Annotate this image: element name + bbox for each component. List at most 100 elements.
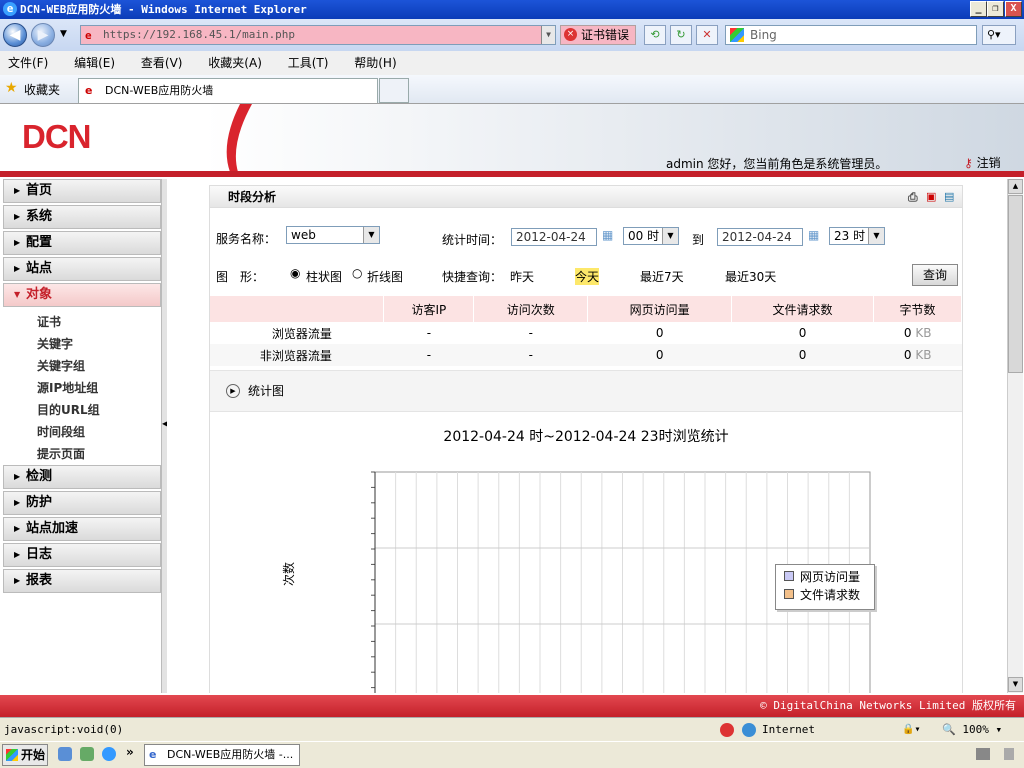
quick-30days[interactable]: 最近30天 <box>725 268 776 285</box>
minimize-button[interactable]: _ <box>970 1 987 17</box>
arrow-right-icon: ▶ <box>14 576 21 585</box>
zoom-level[interactable]: 🔍 100% ▾ <box>942 718 1002 741</box>
header-swoosh <box>226 104 252 172</box>
bytes-unit: KB <box>915 348 932 362</box>
menu-edit[interactable]: 编辑(E) <box>74 56 115 70</box>
end-hour-select[interactable]: 23 时 ▼ <box>829 227 885 245</box>
menu-view[interactable]: 查看(V) <box>141 56 183 70</box>
search-icon[interactable]: ⚲▾ <box>982 25 1016 45</box>
dcn-logo: DCN <box>22 118 91 155</box>
arrow-right-icon: ▶ <box>14 550 21 559</box>
quick-yesterday[interactable]: 昨天 <box>510 268 534 285</box>
address-dropdown-icon[interactable]: ▼ <box>541 26 555 44</box>
service-select[interactable]: web ▼ <box>286 226 380 244</box>
back-icon[interactable]: ◀ <box>3 23 27 47</box>
column-header: 访问次数 <box>473 296 589 322</box>
taskbar-ie-window[interactable]: e DCN-WEB应用防火墙 -... <box>144 744 300 766</box>
chart-section-header[interactable]: ▶ 统计图 <box>210 370 962 412</box>
quicklaunch-media-icon[interactable] <box>102 747 116 761</box>
sub-item-time-group[interactable]: 时间段组 <box>37 421 85 443</box>
maximize-button[interactable]: ❐ <box>987 1 1004 17</box>
search-input[interactable]: Bing <box>725 25 977 45</box>
vertical-scrollbar[interactable]: ▲ ▼ <box>1007 179 1023 693</box>
sub-item-prompt-page[interactable]: 提示页面 <box>37 443 85 465</box>
scroll-thumb[interactable] <box>1008 195 1023 373</box>
query-button[interactable]: 查询 <box>912 264 958 286</box>
quicklaunch-desktop-icon[interactable] <box>58 747 72 761</box>
security-icon[interactable]: 🔒▾ <box>902 718 920 741</box>
stats-table: 访客IP 访问次数 网页访问量 文件请求数 字节数 浏览器流量 - - 0 0 … <box>210 296 962 366</box>
address-bar[interactable]: e https://192.168.45.1/main.php ▼ <box>80 25 556 45</box>
browser-tab[interactable]: e DCN-WEB应用防火墙 <box>78 78 378 103</box>
start-hour-select[interactable]: 00 时 ▼ <box>623 227 679 245</box>
favorites-button[interactable]: 收藏夹 <box>24 81 60 98</box>
sidebar-item-log[interactable]: ▶ 日志 <box>3 543 161 567</box>
sub-item-keyword-group[interactable]: 关键字组 <box>37 355 85 377</box>
chart-ylabel: 次数 <box>282 561 296 586</box>
table-row: 非浏览器流量 - - 0 0 0 KB <box>210 344 962 366</box>
sidebar-item-object[interactable]: ▼ 对象 <box>3 283 161 307</box>
quick-7days[interactable]: 最近7天 <box>640 268 684 285</box>
sidebar-item-protect[interactable]: ▶ 防护 <box>3 491 161 515</box>
quicklaunch-more-icon[interactable]: » <box>126 745 134 759</box>
sidebar-item-site[interactable]: ▶ 站点 <box>3 257 161 281</box>
sidebar-item-detect[interactable]: ▶ 检测 <box>3 465 161 489</box>
sidebar-item-report[interactable]: ▶ 报表 <box>3 569 161 593</box>
stop-icon[interactable]: ✕ <box>696 25 718 45</box>
end-date-input[interactable]: 2012-04-24 <box>717 228 803 246</box>
menu-favorites[interactable]: 收藏夹(A) <box>208 56 262 70</box>
service-label: 服务名称： <box>216 232 277 246</box>
quick-today[interactable]: 今天 <box>575 268 600 285</box>
pdf-icon[interactable]: ▣ <box>926 186 936 208</box>
arrow-down-icon: ▼ <box>14 290 21 299</box>
play-circle-icon[interactable]: ▶ <box>226 384 240 398</box>
column-header: 访客IP <box>383 296 475 322</box>
end-hour-value: 23 时 <box>834 229 866 243</box>
arrow-right-icon: ▶ <box>14 238 21 247</box>
line-option-label[interactable]: 折线图 <box>367 268 403 285</box>
sub-item-keyword[interactable]: 关键字 <box>37 333 73 355</box>
sidebar-item-site-accel[interactable]: ▶ 站点加速 <box>3 517 161 541</box>
calendar-icon[interactable]: ▦ <box>808 228 819 242</box>
history-dropdown-icon[interactable]: ▼ <box>60 29 67 39</box>
ie-logo-icon: e <box>3 2 17 16</box>
cell-bytes: 0 KB <box>874 322 962 344</box>
cert-error-button[interactable]: × 证书错误 <box>560 25 636 45</box>
forward-icon[interactable]: ▶ <box>31 23 55 47</box>
close-button[interactable]: X <box>1005 1 1022 17</box>
tray-keyboard-icon[interactable] <box>976 748 990 760</box>
row-name: 非浏览器流量 <box>210 344 384 366</box>
excel-icon[interactable]: ▤ <box>944 186 954 208</box>
compat-view-icon[interactable]: ⟲ <box>644 25 666 45</box>
sidebar-label: 首页 <box>26 183 53 198</box>
sidebar-item-system[interactable]: ▶ 系统 <box>3 205 161 229</box>
sub-item-source-ip-group[interactable]: 源IP地址组 <box>37 377 98 399</box>
refresh-icon[interactable]: ↻ <box>670 25 692 45</box>
new-tab-button[interactable] <box>379 78 409 103</box>
tab-page-icon: e <box>85 84 93 97</box>
bar-option-label[interactable]: 柱状图 <box>306 268 342 285</box>
menu-tools[interactable]: 工具(T) <box>288 56 329 70</box>
sidebar-item-home[interactable]: ▶ 首页 <box>3 179 161 203</box>
service-value: web <box>291 228 316 242</box>
menu-help[interactable]: 帮助(H) <box>354 56 396 70</box>
row-name: 浏览器流量 <box>271 326 332 341</box>
radio-bar-selected[interactable]: ◉ <box>290 266 300 280</box>
menu-file[interactable]: 文件(F) <box>8 56 48 70</box>
sidebar-item-config[interactable]: ▶ 配置 <box>3 231 161 255</box>
start-button[interactable]: 开始 <box>2 744 48 766</box>
quicklaunch-ie-icon[interactable] <box>80 747 94 761</box>
scroll-up-icon[interactable]: ▲ <box>1008 179 1023 194</box>
window-title-bar: e DCN-WEB应用防火墙 - Windows Internet Explor… <box>0 0 1024 19</box>
sub-item-cert[interactable]: 证书 <box>37 311 61 333</box>
tray-network-icon[interactable] <box>1004 748 1014 760</box>
search-placeholder: Bing <box>750 28 777 42</box>
start-date-input[interactable]: 2012-04-24 <box>511 228 597 246</box>
logout-link[interactable]: ⚷ 注销 <box>964 154 1001 171</box>
radio-line[interactable]: ○ <box>352 266 362 280</box>
print-icon[interactable]: ⎙ <box>908 186 918 208</box>
bytes-unit: KB <box>915 326 932 340</box>
sub-item-dest-url-group[interactable]: 目的URL组 <box>37 399 100 421</box>
calendar-icon[interactable]: ▦ <box>602 228 613 242</box>
scroll-down-icon[interactable]: ▼ <box>1008 677 1023 692</box>
